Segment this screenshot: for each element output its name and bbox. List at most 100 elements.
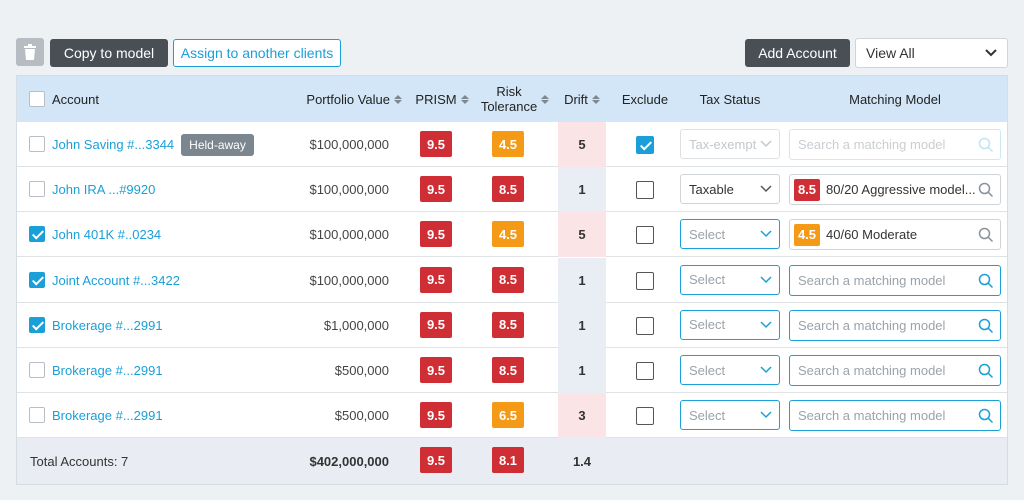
search-icon[interactable] — [978, 227, 994, 243]
view-filter-select[interactable]: View All — [855, 38, 1008, 68]
chevron-down-icon — [760, 366, 772, 374]
model-risk-badge: 4.5 — [794, 223, 820, 246]
drift-value: 5 — [578, 227, 586, 243]
search-icon[interactable] — [978, 363, 994, 379]
prism-badge: 9.5 — [420, 131, 452, 157]
tax-status-select[interactable]: Select — [680, 309, 780, 340]
account-link[interactable]: Joint Account #...3422 — [52, 273, 180, 288]
tax-status-value: Tax-exempt — [689, 136, 757, 152]
drift-value: 5 — [578, 137, 586, 152]
account-cell: Joint Account #...3422 — [52, 258, 180, 303]
account-link[interactable]: Brokerage #...2991 — [52, 408, 163, 423]
matching-model-value: Search a matching model — [798, 137, 946, 152]
exclude-checkbox[interactable] — [636, 407, 654, 426]
account-link[interactable]: Brokerage #...2991 — [52, 318, 163, 333]
total-prism-badge: 9.5 — [420, 447, 452, 473]
table-header: Account Portfolio Value PRISM Risk Toler… — [17, 76, 1007, 122]
table-row: Joint Account #...3422 $100,000,000 9.5 … — [17, 257, 1007, 303]
header-tax-status: Tax Status — [699, 91, 761, 107]
account-link[interactable]: John IRA ...#9920 — [52, 182, 155, 197]
select-all-checkbox[interactable] — [29, 91, 45, 107]
exclude-checkbox[interactable] — [636, 271, 654, 290]
tax-status-select[interactable]: Taxable — [680, 174, 780, 205]
portfolio-value: $1,000,000 — [323, 317, 389, 333]
assign-to-clients-button[interactable]: Assign to another clients — [173, 39, 341, 67]
chevron-down-icon — [760, 411, 772, 419]
matching-model-search[interactable]: Search a matching model — [789, 355, 1001, 386]
portfolio-value: $100,000,000 — [309, 182, 389, 198]
prism-badge: 9.5 — [420, 266, 452, 293]
total-accounts-label: Total Accounts: 7 — [30, 453, 129, 469]
header-drift[interactable]: Drift — [558, 76, 606, 122]
header-matching-model: Matching Model — [849, 91, 941, 107]
account-link[interactable]: John Saving #...3344 — [52, 137, 174, 152]
prism-badge: 9.5 — [420, 402, 452, 429]
row-checkbox[interactable] — [29, 226, 45, 243]
risk-tolerance-badge: 4.5 — [492, 221, 524, 248]
row-checkbox[interactable] — [29, 181, 45, 198]
portfolio-value: $100,000,000 — [309, 227, 389, 243]
exclude-checkbox[interactable] — [636, 181, 654, 200]
account-link[interactable]: John 401K #..0234 — [52, 227, 161, 242]
header-risk-tolerance[interactable]: Risk Tolerance — [477, 76, 553, 122]
trash-icon — [24, 44, 36, 60]
tax-status-select[interactable]: Select — [680, 264, 780, 295]
table-row: Brokerage #...2991 $1,000,000 9.5 8.5 1 … — [17, 302, 1007, 348]
account-cell: Brokerage #...2991 — [52, 303, 163, 348]
tax-status-value: Taxable — [689, 181, 734, 197]
risk-tolerance-badge: 8.5 — [492, 357, 524, 383]
header-risk-line2: Tolerance — [480, 99, 538, 114]
add-account-button[interactable]: Add Account — [745, 39, 850, 67]
header-prism[interactable]: PRISM — [412, 76, 472, 122]
prism-badge: 9.5 — [420, 176, 452, 203]
search-icon[interactable] — [978, 273, 994, 289]
tax-status-select[interactable]: Tax-exempt — [680, 129, 780, 159]
tax-status-select[interactable]: Select — [680, 219, 780, 250]
chevron-down-icon — [985, 49, 997, 57]
exclude-checkbox[interactable] — [636, 316, 654, 335]
held-away-badge: Held-away — [181, 133, 254, 156]
risk-tolerance-badge: 6.5 — [492, 402, 524, 429]
matching-model-value: Search a matching model — [798, 317, 946, 333]
matching-model-value: Search a matching model — [798, 272, 946, 288]
matching-model-search[interactable]: 4.5 40/60 Moderate — [789, 219, 1001, 251]
row-checkbox[interactable] — [29, 136, 45, 152]
exclude-checkbox[interactable] — [636, 226, 654, 245]
prism-badge: 9.5 — [420, 221, 452, 248]
row-checkbox[interactable] — [29, 316, 45, 333]
matching-model-search[interactable]: Search a matching model — [789, 309, 1001, 341]
search-icon[interactable] — [978, 408, 994, 424]
search-icon[interactable] — [978, 182, 994, 198]
header-portfolio-value[interactable]: Portfolio Value — [247, 76, 402, 122]
tax-status-value: Select — [689, 226, 726, 242]
table-footer: Total Accounts: 7 $402,000,000 9.5 8.1 1… — [17, 438, 1007, 484]
chevron-down-icon — [760, 230, 772, 238]
total-portfolio-value: $402,000,000 — [309, 453, 389, 469]
tax-status-select[interactable]: Select — [680, 400, 780, 431]
exclude-checkbox[interactable] — [636, 136, 654, 154]
search-icon[interactable] — [978, 318, 994, 334]
delete-button[interactable] — [16, 38, 44, 66]
matching-model-search[interactable]: 8.5 80/20 Aggressive model... — [789, 174, 1001, 206]
drift-value: 1 — [578, 182, 586, 198]
account-cell: Brokerage #...2991 — [52, 393, 163, 438]
matching-model-search[interactable]: Search a matching model — [789, 264, 1001, 296]
exclude-checkbox[interactable] — [636, 362, 654, 380]
tax-status-select[interactable]: Select — [680, 355, 780, 385]
sort-icon — [591, 94, 600, 104]
copy-to-model-button[interactable]: Copy to model — [50, 39, 168, 67]
row-checkbox[interactable] — [29, 407, 45, 424]
tax-status-value: Select — [689, 362, 726, 378]
header-drift-label: Drift — [564, 91, 588, 107]
table-row: Brokerage #...2991 $500,000 9.5 6.5 3 Se… — [17, 393, 1007, 439]
row-checkbox[interactable] — [29, 271, 45, 288]
matching-model-search[interactable]: Search a matching model — [789, 400, 1001, 432]
matching-model-value: Search a matching model — [798, 363, 946, 378]
matching-model-search[interactable]: Search a matching model — [789, 129, 1001, 160]
search-icon[interactable] — [978, 137, 994, 153]
table-row: Brokerage #...2991 $500,000 9.5 8.5 1 Se… — [17, 348, 1007, 393]
row-checkbox[interactable] — [29, 362, 45, 378]
view-filter-value: View All — [866, 45, 915, 61]
drift-value: 1 — [578, 272, 586, 288]
account-link[interactable]: Brokerage #...2991 — [52, 363, 163, 378]
